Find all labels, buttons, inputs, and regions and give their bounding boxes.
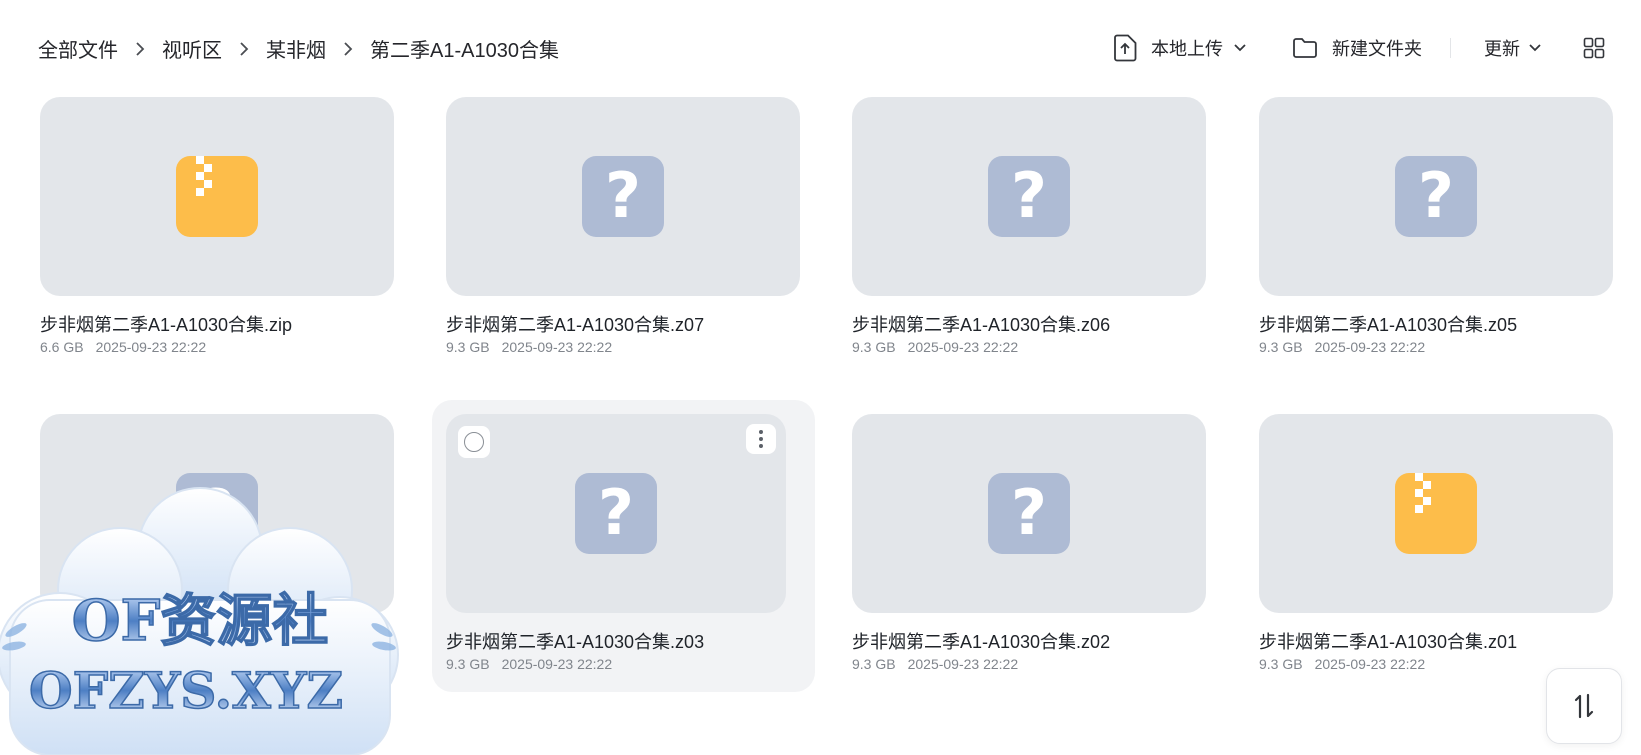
file-size: 9.3 GB (446, 656, 490, 672)
sort-label: 更新 (1484, 39, 1520, 59)
file-name[interactable]: 步非烟第二季A1-A1030合集.z06 (852, 311, 1110, 337)
toolbar: 本地上传 新建文件夹 更新 (0, 30, 1641, 66)
file-thumbnail[interactable]: ? (1259, 97, 1613, 296)
file-thumbnail[interactable]: ? (852, 414, 1206, 613)
sort-order-toggle-button[interactable] (1546, 668, 1622, 744)
file-meta: 9.3 GB 2025-09-23 22:22 (446, 339, 612, 355)
file-name[interactable]: 步非烟第二季A1-A1030合集.zip (40, 311, 292, 337)
more-options-button[interactable] (746, 424, 776, 454)
file-card[interactable]: 步非烟第二季A1-A1030合集.z01 9.3 GB 2025-09-23 22… (1259, 414, 1613, 676)
file-thumbnail[interactable] (40, 97, 394, 296)
new-folder-button[interactable]: 新建文件夹 (1292, 30, 1422, 66)
file-card-hovered[interactable]: ? 步非烟第二季A1-A1030合集.z03 9.3 GB 2025-09-23 … (432, 400, 815, 692)
unknown-file-icon: ? (988, 156, 1070, 237)
upload-icon (1114, 34, 1137, 62)
top-bar: 全部文件 视听区 某非烟 第二季A1-A1030合集 本地上传 新建文件夹 更新 (0, 0, 1641, 96)
file-name[interactable]: 步非烟第二季A1-A1030合集.z07 (446, 311, 704, 337)
file-meta: 9.3 GB 2025-09-23 22:22 (1259, 339, 1425, 355)
file-size: 6.6 GB (40, 339, 84, 355)
sort-button[interactable]: 更新 (1484, 30, 1542, 66)
chevron-down-icon (1234, 44, 1246, 52)
file-thumbnail[interactable] (1259, 414, 1613, 613)
new-folder-label: 新建文件夹 (1332, 39, 1422, 59)
unknown-file-icon: ? (575, 473, 657, 554)
file-date: 2025-09-23 22:22 (1314, 656, 1426, 672)
file-name[interactable]: 步非烟第二季A1-A1030合集.z01 (1259, 628, 1517, 654)
watermark-line1: OF资源社 (72, 588, 329, 654)
file-meta: 9.3 GB 2025-09-23 22:22 (1259, 656, 1425, 672)
unknown-file-icon: ? (582, 156, 664, 237)
file-card[interactable]: ? 步非烟第二季A1-A1030合集.z07 9.3 GB 2025-09-23 … (446, 97, 800, 359)
upload-button[interactable]: 本地上传 (1113, 30, 1247, 66)
file-date: 2025-09-23 22:22 (501, 339, 613, 355)
file-date: 2025-09-23 22:22 (95, 339, 207, 355)
file-date: 2025-09-23 22:22 (501, 656, 613, 672)
file-size: 9.3 GB (852, 656, 896, 672)
file-card[interactable]: 步非烟第二季A1-A1030合集.zip 6.6 GB 2025-09-23 22… (40, 97, 394, 359)
file-size: 9.3 GB (446, 339, 490, 355)
zip-archive-icon (1395, 473, 1477, 554)
sort-arrows-icon (1574, 693, 1594, 719)
file-size: 9.3 GB (852, 339, 896, 355)
upload-label: 本地上传 (1151, 39, 1223, 59)
grid-view-icon (1583, 37, 1605, 59)
file-meta: 6.6 GB 2025-09-23 22:22 (40, 339, 206, 355)
file-date: 2025-09-23 22:22 (907, 656, 1019, 672)
file-name[interactable]: 步非烟第二季A1-A1030合集.z05 (1259, 311, 1517, 337)
chevron-down-icon (1529, 44, 1541, 52)
file-card[interactable]: ? 步非烟第二季A1-A1030合集.z06 9.3 GB 2025-09-23 … (852, 97, 1206, 359)
folder-icon (1293, 38, 1317, 58)
file-date: 2025-09-23 22:22 (1314, 339, 1426, 355)
toolbar-divider (1450, 38, 1451, 58)
grid-view-button[interactable] (1583, 30, 1605, 66)
file-size: 9.3 GB (1259, 656, 1303, 672)
file-name[interactable]: 步非烟第二季A1-A1030合集.z03 (446, 628, 704, 654)
file-thumbnail[interactable]: ? (446, 414, 786, 613)
unknown-file-icon: ? (988, 473, 1070, 554)
watermark-line2: OFZYS.XYZ (29, 661, 343, 720)
unknown-file-icon: ? (1395, 156, 1477, 237)
file-meta: 9.3 GB 2025-09-23 22:22 (446, 656, 612, 672)
watermark-logo: OF资源社 OFZYS.XYZ (0, 487, 399, 755)
file-card[interactable]: ? 步非烟第二季A1-A1030合集.z02 9.3 GB 2025-09-23 … (852, 414, 1206, 676)
zip-archive-icon (176, 156, 258, 237)
select-checkbox[interactable] (458, 426, 490, 458)
file-meta: 9.3 GB 2025-09-23 22:22 (852, 339, 1018, 355)
file-date: 2025-09-23 22:22 (907, 339, 1019, 355)
file-thumbnail[interactable]: ? (852, 97, 1206, 296)
file-size: 9.3 GB (1259, 339, 1303, 355)
file-name[interactable]: 步非烟第二季A1-A1030合集.z02 (852, 628, 1110, 654)
file-meta: 9.3 GB 2025-09-23 22:22 (852, 656, 1018, 672)
file-thumbnail[interactable]: ? (446, 97, 800, 296)
file-card[interactable]: ? 步非烟第二季A1-A1030合集.z05 9.3 GB 2025-09-23 … (1259, 97, 1613, 359)
